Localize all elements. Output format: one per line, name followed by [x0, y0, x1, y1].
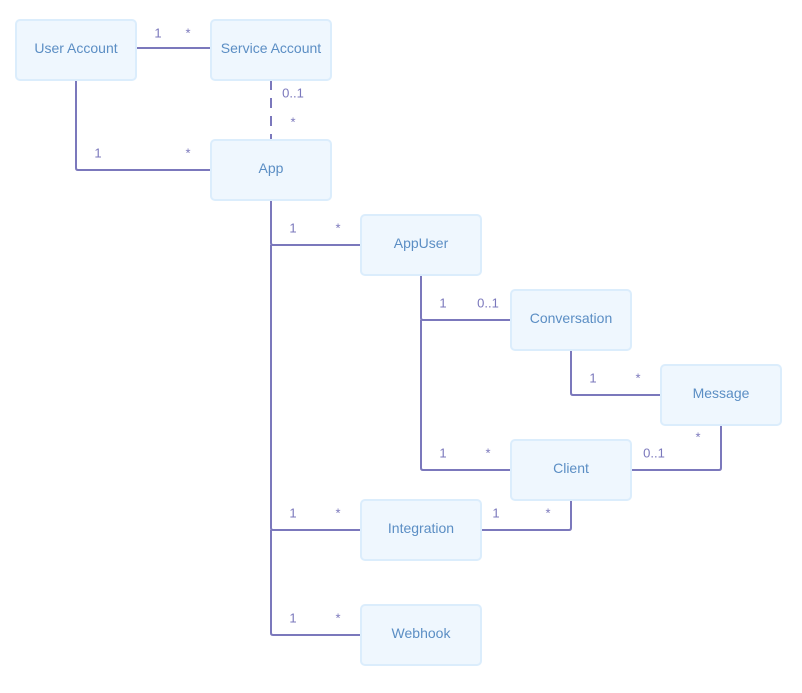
node-label: User Account [34, 40, 117, 56]
er-diagram: 1 * 0..1 * 1 * 1 * 1 0..1 1 * 1 * 0..1 *… [15, 19, 782, 666]
mult-appuser-client-from: 1 [439, 446, 446, 461]
mult-user-account-service-account-from: 1 [154, 26, 161, 41]
mult-client-message-from: 0..1 [643, 446, 665, 461]
mult-app-webhook-to: * [335, 611, 340, 626]
node-app[interactable]: App [210, 139, 332, 201]
node-conversation[interactable]: Conversation [510, 289, 632, 351]
mult-conversation-message-from: 1 [589, 371, 596, 386]
mult-app-integration-to: * [335, 506, 340, 521]
node-integration[interactable]: Integration [360, 499, 482, 561]
mult-appuser-conversation-to: 0..1 [477, 296, 499, 311]
mult-client-message-to: * [695, 430, 700, 445]
node-label: Service Account [221, 40, 321, 56]
edge-app-appuser [270, 200, 361, 246]
node-user-account[interactable]: User Account [15, 19, 137, 81]
mult-app-webhook-from: 1 [289, 611, 296, 626]
node-webhook[interactable]: Webhook [360, 604, 482, 666]
mult-integration-client-from: 1 [492, 506, 499, 521]
node-label: App [259, 160, 284, 176]
mult-user-account-app-to: * [185, 146, 190, 161]
mult-appuser-conversation-from: 1 [439, 296, 446, 311]
edge-appuser-client [420, 320, 511, 471]
mult-user-account-service-account-to: * [185, 26, 190, 41]
mult-appuser-client-to: * [485, 446, 490, 461]
mult-user-account-app-from: 1 [94, 146, 101, 161]
edge-app-webhook [270, 530, 361, 636]
mult-app-appuser-to: * [335, 221, 340, 236]
mult-app-appuser-from: 1 [289, 221, 296, 236]
node-appuser[interactable]: AppUser [360, 214, 482, 276]
mult-service-account-app-to: * [290, 115, 295, 130]
mult-conversation-message-to: * [635, 371, 640, 386]
mult-integration-client-to: * [545, 506, 550, 521]
node-message[interactable]: Message [660, 364, 782, 426]
node-label: Webhook [392, 625, 452, 641]
node-service-account[interactable]: Service Account [210, 19, 332, 81]
node-label: AppUser [394, 235, 449, 251]
node-client[interactable]: Client [510, 439, 632, 501]
mult-service-account-app-from: 0..1 [282, 86, 304, 101]
node-label: Integration [388, 520, 454, 536]
node-label: Conversation [530, 310, 613, 326]
node-label: Client [553, 460, 589, 476]
mult-app-integration-from: 1 [289, 506, 296, 521]
edge-conversation-message [570, 350, 661, 396]
node-label: Message [693, 385, 750, 401]
edge-app-integration [270, 245, 361, 531]
